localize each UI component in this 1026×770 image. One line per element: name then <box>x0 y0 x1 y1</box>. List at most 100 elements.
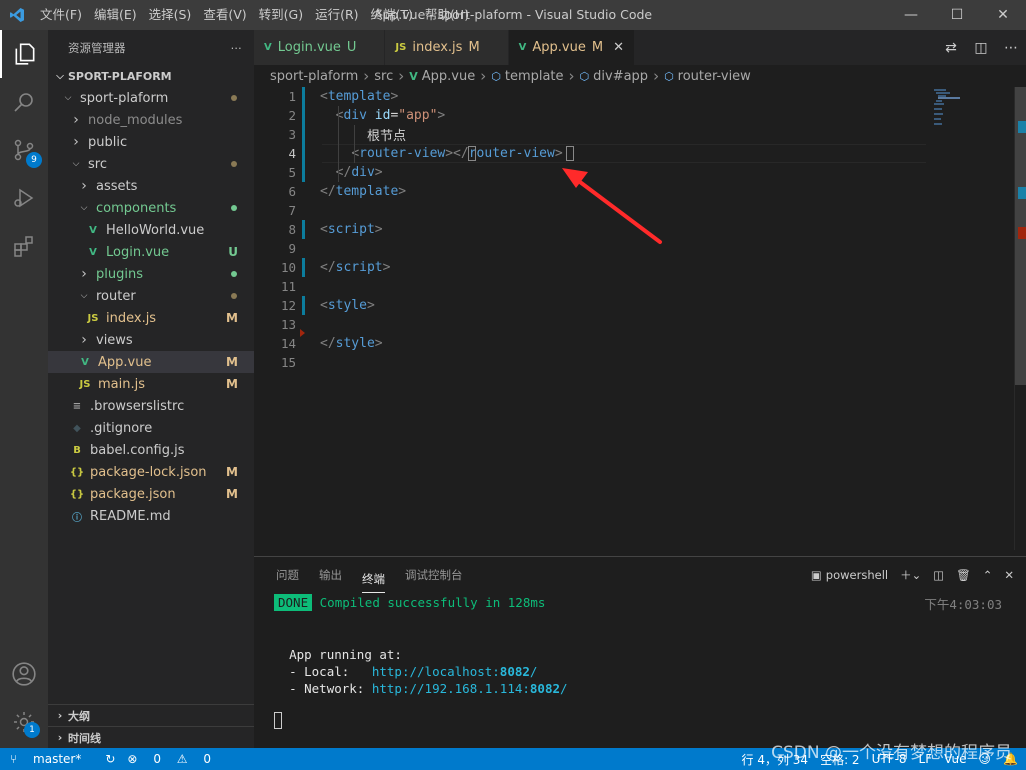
search-icon[interactable] <box>0 78 48 126</box>
line-number: 10 <box>280 260 296 275</box>
code-line-10: </script> <box>320 260 391 275</box>
tree-item[interactable]: {} package.json M <box>48 483 254 505</box>
tree-item[interactable]: ⌵ sport-plaform <box>48 87 254 109</box>
git-deleted-marker <box>300 329 305 337</box>
outline-section[interactable]: › 大纲 <box>48 704 254 726</box>
menu-item[interactable]: 终端(T) <box>365 0 419 30</box>
tree-item[interactable]: › node_modules <box>48 109 254 131</box>
split-editor-icon[interactable]: ◫ <box>966 40 996 56</box>
tree-item-label: public <box>88 134 128 150</box>
menu-item[interactable]: 运行(R) <box>309 0 364 30</box>
tree-item[interactable]: ◆ .gitignore <box>48 417 254 439</box>
git-status: M <box>226 311 238 325</box>
vscode-logo-icon <box>0 0 34 30</box>
breadcrumb-item[interactable]: div#app <box>593 69 648 84</box>
tab-label: Login.vue <box>277 40 341 55</box>
close-panel-icon[interactable]: ✕ <box>1004 568 1014 582</box>
tree-item[interactable]: V App.vue M <box>48 351 254 373</box>
panel-tab[interactable]: 问题 <box>276 557 299 593</box>
tree-item[interactable]: ⓘ README.md <box>48 505 254 527</box>
menu-item[interactable]: 查看(V) <box>197 0 252 30</box>
explorer-icon[interactable] <box>0 30 48 78</box>
menu-item[interactable]: 转到(G) <box>253 0 309 30</box>
network-url-link[interactable]: http://192.168.1.114:8082/ <box>372 681 568 696</box>
local-url-link[interactable]: http://localhost:8082/ <box>372 664 538 679</box>
close-icon[interactable]: ✕ <box>980 0 1026 30</box>
menu-item[interactable]: 选择(S) <box>143 0 198 30</box>
open-changes-icon[interactable]: ⇄ <box>936 40 966 56</box>
chevron-up-icon[interactable]: ⌃ <box>983 568 993 582</box>
more-actions-icon[interactable]: ⋯ <box>231 41 243 55</box>
breadcrumb-item[interactable]: template <box>505 69 564 84</box>
close-tab-icon[interactable]: ✕ <box>613 40 624 55</box>
indent-guide <box>354 125 355 163</box>
tree-item[interactable]: V HelloWorld.vue <box>48 219 254 241</box>
tree-item[interactable]: JS main.js M <box>48 373 254 395</box>
extensions-icon[interactable] <box>0 222 48 270</box>
tree-item[interactable]: ⌵ src <box>48 153 254 175</box>
code-line-14: </style> <box>320 336 383 351</box>
split-terminal-icon[interactable]: ◫ <box>933 568 944 582</box>
tree-item[interactable]: › plugins <box>48 263 254 285</box>
sync-icon[interactable]: ↻ <box>105 752 115 766</box>
chevron-right-icon: › <box>480 67 487 85</box>
tree-item-label: App.vue <box>98 354 152 370</box>
menu-item[interactable]: 帮助(H) <box>419 0 475 30</box>
timeline-section[interactable]: › 时间线 <box>48 726 254 748</box>
panel-tab[interactable]: 输出 <box>319 557 342 593</box>
tree-item-label: Login.vue <box>106 244 170 260</box>
tree-item[interactable]: JS index.js M <box>48 307 254 329</box>
symbol-element-icon: ⬡ <box>579 69 590 83</box>
tab-git-status: U <box>346 40 357 55</box>
tree-item[interactable]: ⌵ router <box>48 285 254 307</box>
problems-status[interactable]: ⊗ 0 ⚠ 0 <box>127 752 223 766</box>
menu-item[interactable]: 编辑(E) <box>88 0 143 30</box>
tree-item[interactable]: › assets <box>48 175 254 197</box>
code-line-5: </div> <box>335 165 383 180</box>
breadcrumb-item[interactable]: src <box>374 69 393 84</box>
editor-tab[interactable]: JS index.js M <box>385 30 509 65</box>
panel-tab[interactable]: 终端 <box>362 565 385 593</box>
manage-gear-icon[interactable]: 1 <box>0 698 48 746</box>
minimap[interactable] <box>926 87 1014 167</box>
shell-name[interactable]: powershell <box>826 568 888 582</box>
tree-item-label: .gitignore <box>90 420 153 436</box>
minimize-icon[interactable]: — <box>888 0 934 30</box>
git-status: M <box>226 465 238 479</box>
breadcrumb-item[interactable]: sport-plaform <box>270 69 358 84</box>
breadcrumb-item[interactable]: App.vue <box>422 69 475 84</box>
workspace-root[interactable]: ⌵ SPORT-PLAFORM <box>48 65 254 87</box>
tree-item[interactable]: Bbabel.config.js <box>48 439 254 461</box>
editor-scrollbar[interactable] <box>1014 87 1026 550</box>
tree-item[interactable]: ≡ .browserslistrc <box>48 395 254 417</box>
run-debug-icon[interactable] <box>0 174 48 222</box>
terminal-icon: ▣ <box>810 568 822 582</box>
panel-tab[interactable]: 调试控制台 <box>405 557 463 593</box>
tree-item[interactable]: ⌵ components <box>48 197 254 219</box>
tree-item[interactable]: V Login.vue U <box>48 241 254 263</box>
line-number: 7 <box>288 203 296 218</box>
git-modified-marker <box>302 258 305 277</box>
maximize-icon[interactable]: ☐ <box>934 0 980 30</box>
tree-item-label: views <box>96 332 133 348</box>
editor-tab[interactable]: V Login.vue U <box>254 30 386 65</box>
tree-item-label: babel.config.js <box>90 442 185 458</box>
trash-icon[interactable]: 🗑 <box>956 568 971 582</box>
git-modified-marker <box>302 296 305 315</box>
tree-item[interactable]: › views <box>48 329 254 351</box>
branch-status[interactable]: ⑂ master* <box>10 752 93 766</box>
source-control-icon[interactable]: 9 <box>0 126 48 174</box>
breadcrumb-item[interactable]: router-view <box>678 69 751 84</box>
accounts-icon[interactable] <box>0 650 48 698</box>
more-actions-icon[interactable]: ⋯ <box>996 40 1026 56</box>
line-number: 1 <box>288 89 296 104</box>
terminal-output[interactable]: DONE Compiled successfully in 128ms App … <box>274 593 1014 697</box>
menu-item[interactable]: 文件(F) <box>34 0 88 30</box>
editor-tab[interactable]: V App.vue M ✕ <box>508 30 635 65</box>
tree-item[interactable]: › public <box>48 131 254 153</box>
git-status-dot <box>231 293 237 299</box>
tree-item-label: package-lock.json <box>90 464 207 480</box>
new-terminal-icon[interactable]: ＋⌄ <box>900 567 921 583</box>
js-file-icon: JS <box>79 378 91 390</box>
tree-item[interactable]: {} package-lock.json M <box>48 461 254 483</box>
